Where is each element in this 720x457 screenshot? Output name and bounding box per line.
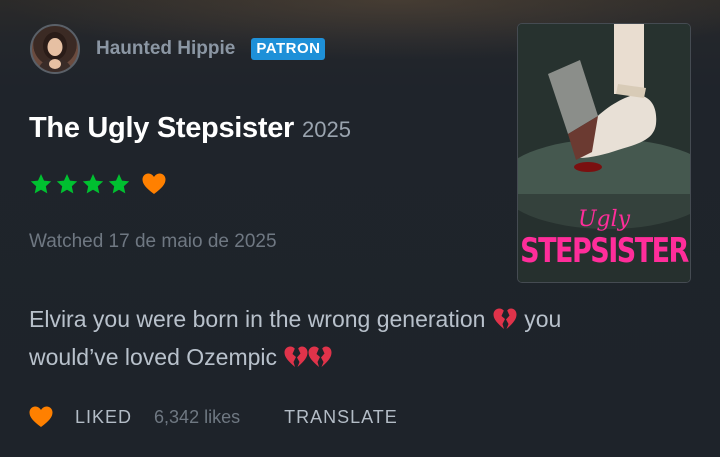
avatar[interactable]	[30, 24, 80, 74]
likes-count-link[interactable]: 6,342 likes	[154, 407, 240, 428]
review-text-line1: Elvira you were born in the wrong genera…	[29, 306, 486, 332]
film-title[interactable]: The Ugly Stepsister	[29, 112, 294, 145]
poster-title-small: Ugly	[577, 207, 631, 232]
film-poster[interactable]: Ugly STEPSISTER	[517, 23, 691, 283]
username-link[interactable]: Haunted Hippie	[96, 38, 235, 60]
watched-date: Watched 17 de maio de 2025	[29, 231, 277, 252]
star-icon	[56, 174, 78, 194]
film-year[interactable]: 2025	[302, 117, 351, 143]
patron-badge: PATRON	[251, 38, 326, 60]
liked-button[interactable]: LIKED	[75, 407, 132, 428]
star-icon	[108, 174, 130, 194]
review-text-line2: would’ve loved Ozempic	[29, 344, 278, 370]
rating	[29, 172, 167, 196]
broken-heart-icon	[284, 346, 308, 367]
broken-heart-icon	[308, 346, 332, 367]
like-heart-icon[interactable]	[28, 405, 54, 429]
review-text-line1b: you	[524, 306, 562, 332]
film-title-row: The Ugly Stepsister 2025	[29, 112, 351, 145]
heart-icon	[142, 173, 166, 194]
broken-heart-icon	[493, 308, 517, 329]
review-footer: LIKED 6,342 likes TRANSLATE	[28, 403, 398, 431]
review-body: Elvira you were born in the wrong genera…	[29, 300, 689, 376]
review-card: Haunted Hippie PATRON The Ugly Stepsiste…	[0, 0, 720, 457]
star-icon	[82, 174, 104, 194]
star-icon	[30, 174, 52, 194]
review-header: Haunted Hippie PATRON	[30, 24, 326, 74]
poster-title-big: STEPSISTER	[520, 232, 689, 271]
translate-button[interactable]: TRANSLATE	[284, 407, 398, 428]
